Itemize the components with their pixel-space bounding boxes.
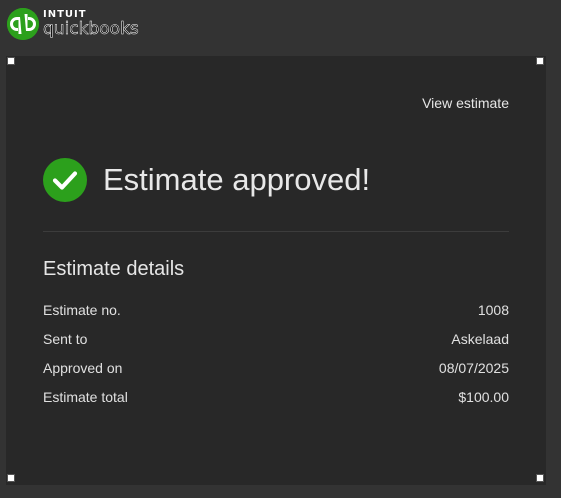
status-title: Estimate approved! <box>103 162 371 197</box>
detail-label: Estimate total <box>43 389 128 405</box>
detail-label: Estimate no. <box>43 302 121 318</box>
detail-value: $100.00 <box>458 389 509 405</box>
detail-value: 08/07/2025 <box>438 360 509 376</box>
resize-handle-bottom-right[interactable] <box>536 474 544 482</box>
view-estimate-link[interactable]: View estimate <box>422 95 509 111</box>
resize-handle-bottom-left[interactable] <box>7 474 15 482</box>
detail-row-estimate-total: Estimate total $100.00 <box>43 389 509 418</box>
resize-handle-top-right[interactable] <box>536 57 544 65</box>
logo-product-text: quickbooks <box>43 19 139 39</box>
detail-row-estimate-no: Estimate no. 1008 <box>43 302 509 331</box>
logo-wordmark: INTUIT quickbooks <box>43 10 139 38</box>
detail-row-approved-on: Approved on 08/07/2025 <box>43 360 509 389</box>
detail-value: 1008 <box>477 302 509 318</box>
detail-row-sent-to: Sent to Askelaad <box>43 331 509 360</box>
divider <box>43 231 509 232</box>
detail-value: Askelaad <box>451 331 509 347</box>
details-heading: Estimate details <box>43 258 185 280</box>
resize-handle-top-left[interactable] <box>7 57 15 65</box>
estimate-details-list: Estimate no. 1008 Sent to Askelaad Appro… <box>43 302 509 418</box>
detail-label: Approved on <box>43 360 123 376</box>
approval-status: Estimate approved! <box>43 158 370 202</box>
detail-label: Sent to <box>43 331 88 347</box>
quickbooks-logo-icon <box>7 8 39 40</box>
quickbooks-logo: INTUIT quickbooks <box>7 7 139 41</box>
check-circle-icon <box>43 158 87 202</box>
estimate-card: View estimate Estimate approved! Estimat… <box>6 56 546 485</box>
